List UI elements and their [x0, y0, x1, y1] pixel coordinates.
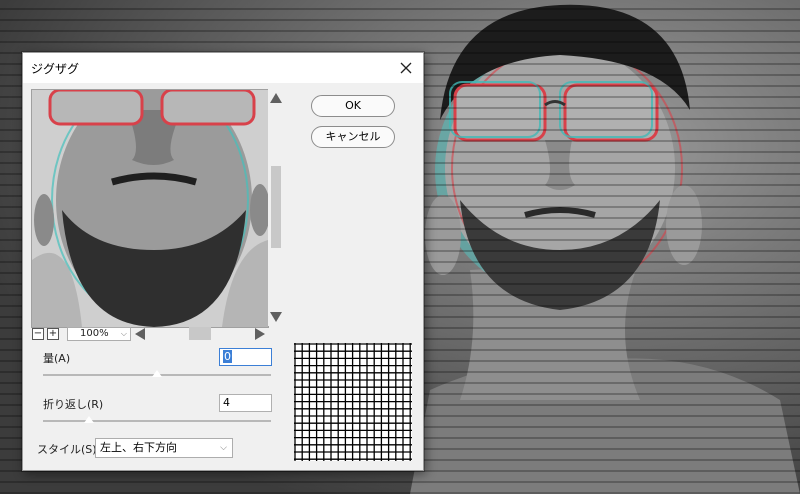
ridges-value: 4 — [223, 396, 230, 409]
amount-input[interactable]: 0 — [219, 348, 272, 366]
zoom-in-button[interactable]: + — [47, 328, 59, 340]
ridges-slider[interactable] — [43, 420, 271, 422]
preview-vertical-scrollbar[interactable] — [268, 89, 284, 326]
style-value: 左上、右下方向 — [100, 441, 177, 454]
arrow-right-icon[interactable] — [255, 328, 265, 340]
zoom-bar: − + 100% ⌵ — [31, 327, 285, 341]
arrow-left-icon[interactable] — [135, 328, 145, 340]
chevron-down-icon: ⌵ — [120, 329, 127, 338]
horizontal-scroll-thumb[interactable] — [189, 327, 211, 340]
close-button[interactable] — [393, 56, 419, 80]
amount-slider-thumb[interactable] — [151, 370, 163, 378]
zigzag-dialog: ジグザグ − + 100% ⌵ OK キャンセル 量(A) 0 折り返し(R) … — [22, 52, 424, 471]
preview-image — [32, 90, 268, 327]
ridges-input[interactable]: 4 — [219, 394, 272, 412]
ok-button[interactable]: OK — [311, 95, 395, 117]
ridges-slider-thumb[interactable] — [82, 416, 95, 424]
amount-value: 0 — [223, 350, 232, 363]
cancel-button[interactable]: キャンセル — [311, 126, 395, 148]
distortion-grid-preview — [294, 343, 412, 461]
ridges-label: 折り返し(R) — [43, 398, 104, 411]
style-select[interactable]: 左上、右下方向 ⌵ — [95, 438, 233, 458]
title-bar: ジグザグ — [23, 53, 423, 83]
zoom-value: 100% — [80, 328, 109, 339]
filter-preview[interactable] — [31, 89, 269, 328]
zoom-out-button[interactable]: − — [32, 328, 44, 340]
zoom-select[interactable]: 100% ⌵ — [67, 327, 131, 341]
style-label: スタイル(S) — [37, 443, 97, 456]
amount-label: 量(A) — [43, 352, 71, 365]
close-icon — [400, 62, 412, 74]
vertical-scroll-thumb[interactable] — [271, 166, 281, 248]
chevron-down-icon: ⌵ — [220, 443, 227, 453]
arrow-up-icon[interactable] — [270, 93, 282, 103]
arrow-down-icon[interactable] — [270, 312, 282, 322]
dialog-title: ジグザグ — [31, 62, 80, 76]
